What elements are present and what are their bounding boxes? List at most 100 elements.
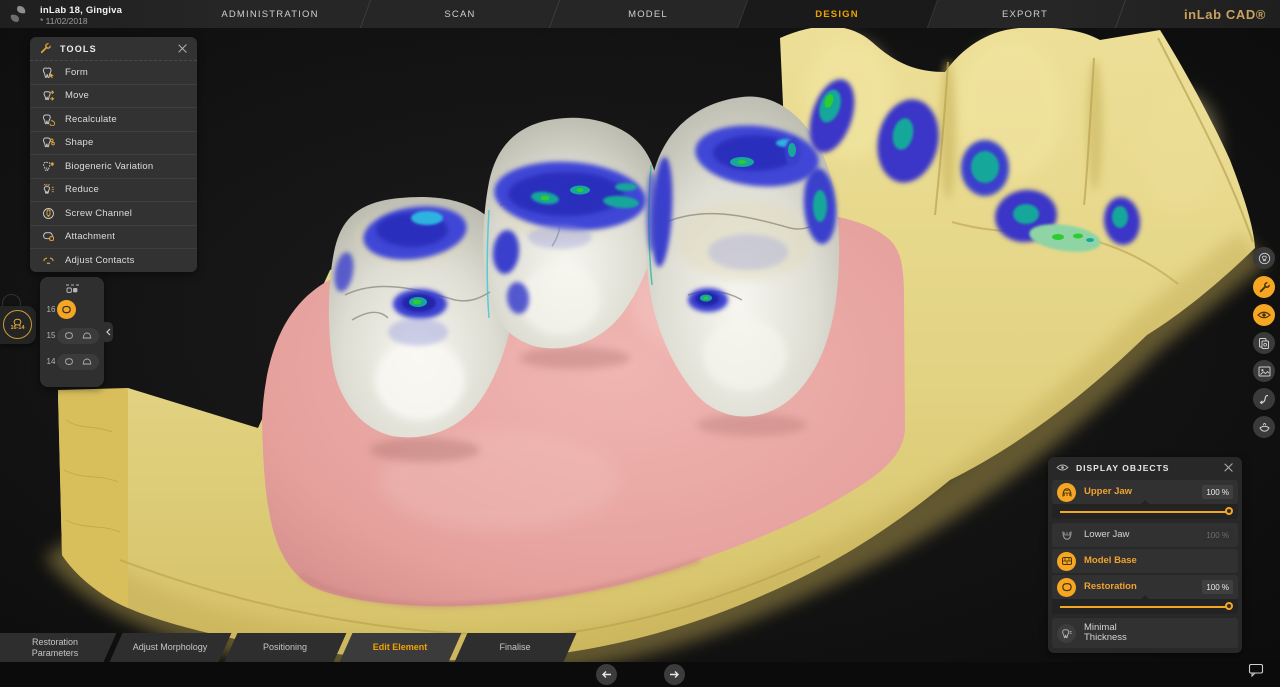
display-objects-button[interactable] [1253,304,1275,326]
snapshot-button[interactable] [1253,360,1275,382]
slider-track [1060,606,1229,608]
step-positioning[interactable]: Positioning [235,633,335,662]
step-edit-element[interactable]: Edit Element [350,633,450,662]
tool-item-attachment[interactable]: Attachment [30,225,197,249]
attachment-icon [40,230,57,243]
tab-export[interactable]: EXPORT [1002,9,1048,20]
tab-model[interactable]: MODEL [628,9,668,20]
collapse-panel-button[interactable] [103,322,113,342]
tools-button[interactable] [1253,276,1275,298]
model-base-icon [1057,552,1076,571]
crown-outline-icon [64,331,74,340]
nav-separator [1115,0,1126,28]
tooth-globe-icon [1258,252,1271,265]
sirona-logo-icon [8,4,28,24]
tool-item-form[interactable]: Form [30,61,197,84]
step-restoration-parameters[interactable]: Restoration Parameters [18,633,92,662]
close-icon[interactable] [177,43,188,54]
tool-item-label: Biogeneric Variation [65,161,153,172]
s-curve-icon [1258,393,1270,405]
wrench-icon [1258,281,1271,294]
previous-step-button[interactable] [596,664,617,685]
display-row-lower-jaw[interactable]: Lower Jaw 100 % [1052,523,1238,547]
tooth-move-icon [40,89,57,102]
tooth-number: 14 [45,357,57,366]
tooth-selector-panel: 16 15 14 [40,277,104,387]
grab-view-button[interactable] [1253,416,1275,438]
display-objects-title: DISPLAY OBJECTS [1076,463,1223,473]
restoration-icon [1057,578,1076,597]
upper-jaw-icon [1057,483,1076,502]
pontic-icon [82,357,92,366]
wrench-icon [39,42,52,55]
tool-item-screw-channel[interactable]: Screw Channel [30,201,197,225]
tooth-number: 15 [45,331,57,340]
tooth-cursor-icon [40,66,57,79]
tooth-reduce-icon [40,183,57,196]
display-objects-header: DISPLAY OBJECTS [1048,457,1242,478]
step-finalise[interactable]: Finalise [465,633,565,662]
document-copy-icon [1258,337,1270,350]
pontic-icon [82,331,92,340]
display-row-model-base[interactable]: Model Base [1052,549,1238,573]
tooth-16-crown-button[interactable] [57,300,76,319]
opacity-value: 100 % [1202,580,1233,594]
tool-item-label: Reduce [65,184,99,195]
opacity-value: 100 % [1202,485,1233,499]
tab-administration[interactable]: ADMINISTRATION [221,9,318,20]
tab-design[interactable]: DESIGN [815,9,859,20]
display-row-minimal-thickness[interactable]: Minimal Thickness [1052,618,1238,648]
arrow-right-icon [669,670,680,679]
tool-item-label: Screw Channel [65,208,132,219]
tooth-variation-icon [40,160,57,173]
screw-channel-icon [40,207,57,220]
tooth-row-14: 14 [40,349,104,374]
tooth-refresh-icon [40,113,57,126]
lower-jaw-icon [1057,526,1076,545]
slider-track [1060,511,1229,513]
tooth-panel-header [40,277,104,296]
slider-knob[interactable] [1225,507,1233,515]
upper-jaw-opacity-slider[interactable] [1052,504,1238,519]
tab-scan[interactable]: SCAN [444,9,475,20]
adjust-contacts-icon [40,254,57,267]
restoration-opacity-slider[interactable] [1052,599,1238,614]
workflow-steps: Restoration Parameters Adjust Morphology… [0,633,640,662]
case-documents-button[interactable] [1253,332,1275,354]
tool-item-shape[interactable]: Shape [30,131,197,155]
feedback-chat-button[interactable] [1248,663,1264,682]
tool-item-label: Attachment [65,231,115,242]
display-row-label: Minimal Thickness [1084,623,1142,643]
tool-item-label: Form [65,67,88,78]
chat-bubble-icon [1248,663,1264,677]
tool-item-label: Move [65,90,89,101]
restoration-range-badge[interactable]: 16-14 [3,310,32,339]
tool-item-label: Recalculate [65,114,117,125]
restoration-3d-button[interactable] [1253,247,1275,269]
tool-item-adjust-contacts[interactable]: Adjust Contacts [30,248,197,272]
display-row-label: Model Base [1084,556,1137,566]
tooth-15-options[interactable] [57,328,99,344]
display-objects-panel: DISPLAY OBJECTS Upper Jaw 100 % Lower Ja… [1048,457,1242,653]
tooth-row-16: 16 [40,297,104,322]
minimal-thickness-icon [1057,624,1076,643]
nav-separator [360,0,371,28]
step-adjust-morphology[interactable]: Adjust Morphology [132,633,208,662]
tools-panel-header: TOOLS [30,37,197,61]
tools-panel: TOOLS Form Move Recalculate Shape Biogen… [30,37,197,272]
image-icon [1258,366,1271,377]
restoration-badge-container: 16-14 [0,306,36,344]
tool-item-move[interactable]: Move [30,84,197,108]
articulation-button[interactable] [1253,388,1275,410]
slider-knob[interactable] [1225,602,1233,610]
tool-item-recalculate[interactable]: Recalculate [30,107,197,131]
tool-item-biogeneric-variation[interactable]: Biogeneric Variation [30,154,197,178]
tool-item-reduce[interactable]: Reduce [30,178,197,202]
top-bar: inLab 18, Gingiva * 11/02/2018 ADMINISTR… [0,0,1280,28]
tooth-14-options[interactable] [57,354,99,370]
project-title: inLab 18, Gingiva [40,5,122,16]
next-step-button[interactable] [664,664,685,685]
close-icon[interactable] [1223,462,1234,473]
eye-icon [1056,463,1069,472]
chevron-left-icon [106,328,111,336]
